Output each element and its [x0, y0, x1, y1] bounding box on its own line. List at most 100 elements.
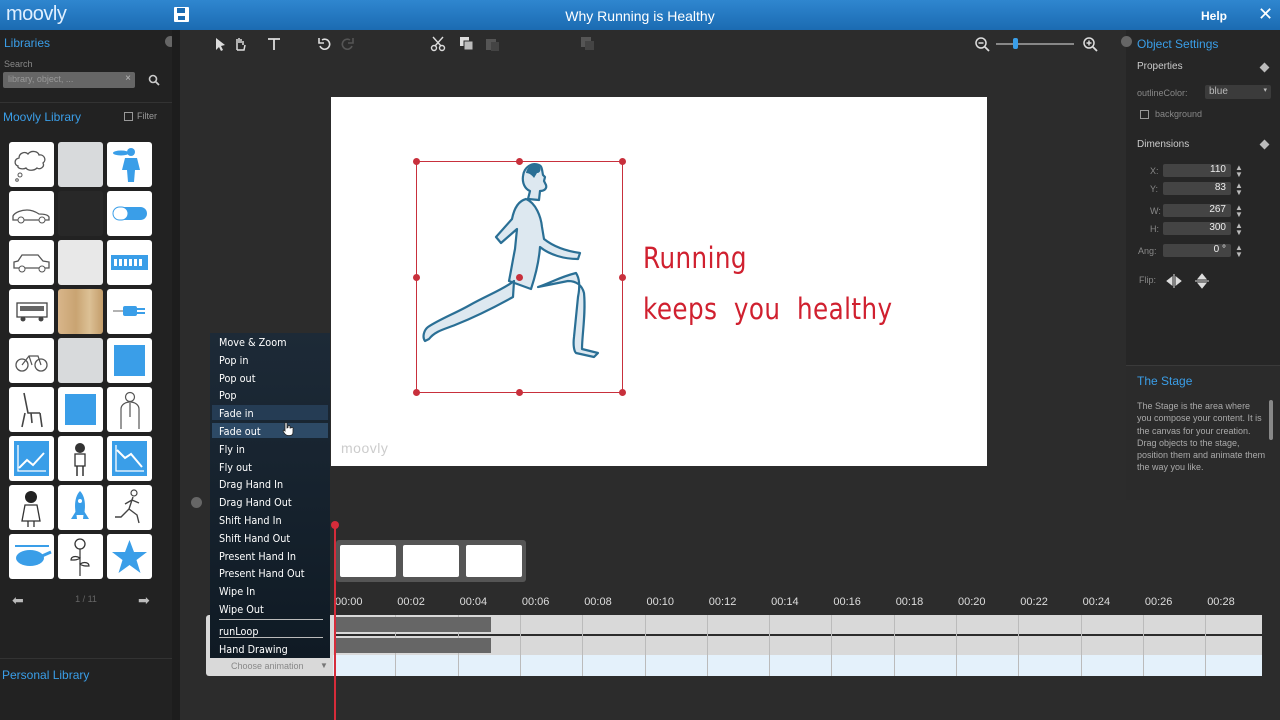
save-icon[interactable] — [174, 7, 189, 22]
hand-icon[interactable] — [232, 36, 248, 52]
personal-library-title[interactable]: Personal Library — [2, 668, 89, 682]
library-item-bicycle[interactable] — [9, 338, 54, 383]
text-tool-icon[interactable] — [266, 36, 282, 52]
resize-handle-br[interactable] — [619, 389, 626, 396]
library-item-truck[interactable] — [9, 289, 54, 334]
library-item-rocket[interactable] — [58, 485, 103, 530]
y-input[interactable]: 83 — [1163, 182, 1231, 195]
filter-checkbox[interactable] — [124, 111, 133, 121]
rotate-center-handle[interactable] — [516, 274, 523, 281]
h-input[interactable]: 300 — [1163, 222, 1231, 235]
copy-icon[interactable] — [459, 36, 475, 52]
menu-item-drag-hand-in[interactable]: Drag Hand In — [219, 478, 283, 491]
library-item-chart-up[interactable] — [9, 436, 54, 481]
library-item-pill[interactable] — [107, 191, 152, 236]
menu-item-present-hand-in[interactable]: Present Hand In — [219, 550, 296, 563]
menu-item-wipe-in[interactable]: Wipe In — [219, 585, 255, 598]
x-input[interactable]: 110 — [1163, 164, 1231, 177]
close-icon[interactable]: ✕ — [1258, 4, 1273, 25]
angle-stepper[interactable]: ▲ ▼ — [1235, 244, 1243, 259]
panel-divider[interactable] — [172, 30, 180, 720]
resize-handle-bc[interactable] — [516, 389, 523, 396]
menu-item-move-zoom[interactable]: Move & Zoom — [219, 336, 287, 349]
menu-item-present-hand-out[interactable]: Present Hand Out — [219, 567, 305, 580]
library-item-waiter[interactable] — [107, 142, 152, 187]
zoom-slider-handle[interactable] — [1013, 38, 1018, 49]
menu-item-shift-hand-out[interactable]: Shift Hand Out — [219, 532, 290, 545]
y-stepper[interactable]: ▲ ▼ — [1235, 182, 1243, 197]
arrow-right-icon[interactable]: ➡ — [138, 592, 150, 609]
h-stepper[interactable]: ▲ ▼ — [1235, 222, 1243, 237]
flip-vertical-icon[interactable] — [1194, 273, 1210, 289]
collapse-settings-icon[interactable] — [1121, 36, 1132, 47]
cut-icon[interactable] — [430, 36, 446, 52]
undo-icon[interactable] — [317, 36, 333, 52]
library-item-grey-box-2[interactable] — [58, 338, 103, 383]
library-item-film-strip[interactable] — [107, 240, 152, 285]
menu-item-fly-in[interactable]: Fly in — [219, 443, 245, 456]
library-item-grey-box[interactable] — [58, 142, 103, 187]
stage-text-running[interactable]: Running — [643, 241, 747, 275]
search-icon[interactable] — [148, 74, 160, 86]
outline-color-select[interactable]: blue ▾ — [1205, 85, 1271, 99]
library-item-chair[interactable] — [9, 387, 54, 432]
stage-text-keeps-healthy[interactable]: keeps you healthy — [643, 292, 893, 326]
paste-icon[interactable] — [484, 36, 500, 52]
menu-item-drag-hand-out[interactable]: Drag Hand Out — [219, 496, 292, 509]
arrange-icon[interactable] — [580, 36, 596, 52]
flip-horizontal-icon[interactable] — [1166, 273, 1182, 289]
help-button[interactable]: Help — [1201, 9, 1227, 23]
x-stepper[interactable]: ▲ ▼ — [1235, 164, 1243, 179]
scene-thumbnail[interactable] — [340, 545, 396, 577]
library-search-input[interactable]: library, object, ... × — [3, 72, 135, 88]
library-item-dark-texture[interactable] — [58, 191, 103, 236]
moovly-library-title[interactable]: Moovly Library — [3, 110, 81, 124]
library-item-thought-bubble[interactable] — [9, 142, 54, 187]
library-item-plug[interactable] — [107, 289, 152, 334]
library-item-kid[interactable] — [58, 436, 103, 481]
library-item-chart-down[interactable] — [107, 436, 152, 481]
background-checkbox[interactable] — [1140, 110, 1149, 119]
menu-item-wipe-out[interactable]: Wipe Out — [219, 603, 264, 616]
library-item-runner[interactable] — [107, 485, 152, 530]
select-arrow-icon[interactable] — [213, 36, 229, 52]
menu-item-runloop[interactable]: runLoop — [219, 625, 258, 638]
library-item-rose[interactable] — [58, 534, 103, 579]
library-item-light-grey-box[interactable] — [58, 240, 103, 285]
scene-thumbnail[interactable] — [403, 545, 459, 577]
zoom-in-icon[interactable] — [1082, 36, 1098, 52]
menu-item-pop[interactable]: Pop — [219, 389, 237, 402]
menu-item-hand-drawing[interactable]: Hand Drawing — [219, 643, 288, 656]
stage-canvas[interactable]: Running keeps you healthy moovly — [331, 97, 987, 466]
library-item-sports-car[interactable] — [9, 191, 54, 236]
playhead-line[interactable] — [334, 522, 336, 720]
zoom-slider[interactable] — [996, 43, 1074, 45]
menu-item-shift-hand-in[interactable]: Shift Hand In — [219, 514, 282, 527]
resize-handle-mr[interactable] — [619, 274, 626, 281]
resize-handle-ml[interactable] — [413, 274, 420, 281]
w-input[interactable]: 267 — [1163, 204, 1231, 217]
resize-handle-tr[interactable] — [619, 158, 626, 165]
playhead-handle[interactable] — [331, 521, 339, 529]
menu-item-pop-out[interactable]: Pop out — [219, 372, 255, 385]
library-item-blue-square-2[interactable] — [58, 387, 103, 432]
library-item-star[interactable] — [107, 534, 152, 579]
scene-thumbnail[interactable] — [466, 545, 522, 577]
angle-input[interactable]: 0 ° — [1163, 244, 1231, 257]
library-item-woman[interactable] — [9, 485, 54, 530]
menu-item-fade-in[interactable]: Fade in — [219, 407, 254, 420]
library-item-helicopter[interactable] — [9, 534, 54, 579]
resize-handle-bl[interactable] — [413, 389, 420, 396]
help-scrollbar[interactable] — [1269, 400, 1273, 440]
library-item-businessman[interactable] — [107, 387, 152, 432]
zoom-out-icon[interactable] — [974, 36, 990, 52]
redo-icon[interactable] — [339, 36, 355, 52]
library-item-blue-square[interactable] — [107, 338, 152, 383]
w-stepper[interactable]: ▲ ▼ — [1235, 204, 1243, 219]
library-item-wood-texture[interactable] — [58, 289, 103, 334]
chevron-down-icon[interactable]: ▼ — [320, 661, 328, 670]
filter-toggle[interactable]: Filter — [124, 111, 157, 121]
resize-handle-tl[interactable] — [413, 158, 420, 165]
menu-item-fly-out[interactable]: Fly out — [219, 461, 252, 474]
animation-bar[interactable] — [335, 638, 491, 653]
